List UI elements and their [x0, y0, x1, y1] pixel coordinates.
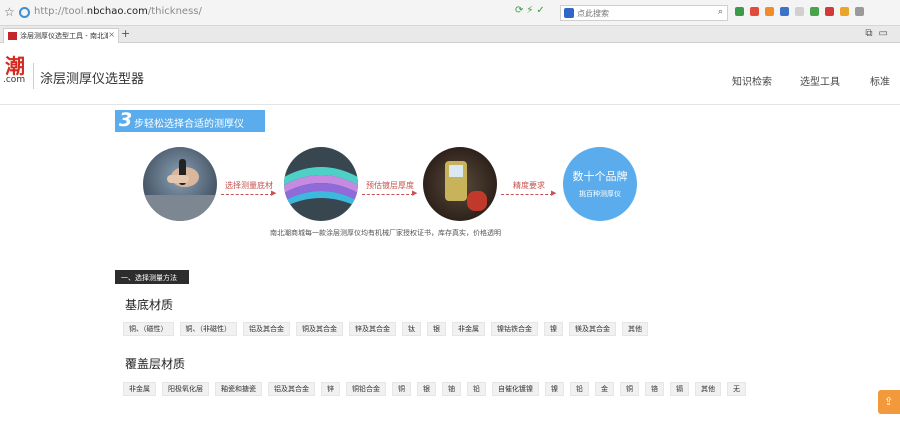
coating-option[interactable]: 铀 [442, 382, 461, 396]
search-icon[interactable]: ⌕ [718, 7, 723, 17]
brand-circle-button[interactable]: 数十个品牌 挑百种测厚仪 [563, 147, 637, 221]
coating-layers-photo [284, 147, 358, 221]
step-2-arrow [362, 194, 414, 195]
page-title: 涂层测厚仪选型器 [40, 72, 145, 87]
section-tag: 一、选择测量方法 [115, 270, 189, 284]
gauge-photo [423, 147, 497, 221]
share-icon: ⇪ [884, 395, 894, 408]
extension-icon[interactable] [780, 7, 789, 16]
substrate-option[interactable]: 镁及其合金 [569, 322, 616, 336]
step-1-arrow [221, 194, 273, 195]
nav-selection-tool[interactable]: 选型工具 [800, 73, 840, 88]
site-logo-domain: .com [3, 75, 26, 85]
substrate-options: 铜、（磁性） 铜、（非磁性） 铝及其合金 铜及其合金 锌及其合金钛银非金属 镍钴铁合金镍镁… [123, 322, 648, 336]
gauge-illustration [445, 161, 487, 211]
search-engine-icon[interactable] [564, 8, 574, 18]
extension-icon[interactable] [825, 7, 834, 16]
step-heading-text: 步轻松选择合适的测厚仪 [134, 119, 244, 130]
substrate-option[interactable]: 铝及其合金 [243, 322, 290, 336]
coating-option[interactable]: 自催化镀镍 [492, 382, 539, 396]
coating-option[interactable]: 铅 [467, 382, 486, 396]
coating-option[interactable]: 铅 [570, 382, 589, 396]
substrate-option[interactable]: 非金属 [452, 322, 485, 336]
refresh-icon[interactable]: ⟳⚡✓ [515, 5, 548, 16]
search-box[interactable]: ⌕ [560, 5, 728, 21]
tab-title: 涂层测厚仪选型工具 - 南北潮 [20, 32, 108, 40]
arrow-icon: ▶ [271, 189, 277, 197]
search-input[interactable] [577, 7, 707, 19]
favicon-icon [8, 32, 17, 40]
substrate-option[interactable]: 锌及其合金 [349, 322, 396, 336]
extension-icon[interactable] [840, 7, 849, 16]
coating-option[interactable]: 铝及其合金 [268, 382, 315, 396]
coating-option[interactable]: 无 [727, 382, 746, 396]
site-globe-icon [19, 7, 30, 18]
step-number: 3 [119, 109, 133, 131]
coating-option[interactable]: 铜铅合金 [346, 382, 386, 396]
substrate-option[interactable]: 镍钴铁合金 [491, 322, 538, 336]
site-header: 潮 .com 涂层测厚仪选型器 知识检索 选型工具 标准 [0, 43, 900, 105]
substrate-photo [143, 147, 217, 221]
coating-option[interactable]: 铜 [392, 382, 411, 396]
substrate-title: 基底材质 [125, 298, 174, 312]
step-3-label: 精度要求 [513, 181, 545, 190]
address-bar[interactable]: http://tool.nbchao.com/thickness/ [34, 6, 510, 21]
substrate-option[interactable]: 铜、（非磁性） [179, 322, 237, 336]
substrate-option[interactable]: 其他 [622, 322, 648, 336]
active-tab[interactable]: 涂层测厚仪选型工具 - 南北潮 × [3, 28, 119, 43]
bookmark-star-icon[interactable]: ☆ [4, 5, 15, 19]
coating-options: 非金属 阳极氧化层 釉瓷和搪瓷 铝及其合金锌铜铅合金铜银铀铅自催化镀镍镍铅金铜铬镉其他… [123, 382, 746, 396]
new-tab-button[interactable]: + [121, 27, 130, 40]
arrow-icon: ▶ [412, 189, 418, 197]
close-tab-icon[interactable]: × [108, 30, 115, 39]
extension-icon[interactable] [750, 7, 759, 16]
arrow-icon: ▶ [551, 189, 557, 197]
coating-option[interactable]: 金 [595, 382, 614, 396]
coating-option[interactable]: 铜 [620, 382, 639, 396]
browser-toolbar: ☆ http://tool.nbchao.com/thickness/ ⟳⚡✓ … [0, 0, 900, 26]
extension-icon[interactable] [765, 7, 774, 16]
brand-count-text: 数十个品牌 [572, 170, 628, 183]
section-tag-label: 一、选择测量方法 [121, 274, 177, 282]
extension-icon[interactable] [795, 7, 804, 16]
substrate-option[interactable]: 银 [427, 322, 446, 336]
substrate-option[interactable]: 钛 [402, 322, 421, 336]
extension-icon[interactable] [735, 7, 744, 16]
tab-bar: 涂层测厚仪选型工具 - 南北潮 × + ⧉▭ [0, 26, 900, 43]
step-3-arrow [501, 194, 553, 195]
coating-title: 覆盖层材质 [125, 357, 186, 371]
step-1-label: 选择测量底材 [225, 181, 273, 190]
coating-option[interactable]: 银 [417, 382, 436, 396]
coating-option[interactable]: 其他 [695, 382, 721, 396]
extension-bar [735, 7, 864, 16]
coating-option[interactable]: 非金属 [123, 382, 156, 396]
coating-option[interactable]: 锌 [321, 382, 340, 396]
menu-icon[interactable] [855, 7, 864, 16]
logo-divider [33, 63, 34, 89]
coating-option[interactable]: 镍 [545, 382, 564, 396]
substrate-option[interactable]: 铜、（磁性） [123, 322, 174, 336]
feedback-float-button[interactable]: ⇪ [878, 390, 900, 414]
site-logo[interactable]: 潮 [5, 56, 25, 76]
brand-sub-text: 挑百种测厚仪 [579, 190, 621, 198]
substrate-option[interactable]: 镍 [544, 322, 563, 336]
probe-illustration [143, 159, 217, 221]
nav-standard[interactable]: 标准 [870, 73, 890, 88]
coating-option[interactable]: 铬 [645, 382, 664, 396]
layers-illustration [284, 167, 358, 207]
coating-option[interactable]: 阳极氧化层 [162, 382, 209, 396]
substrate-option[interactable]: 铜及其合金 [296, 322, 343, 336]
coating-option[interactable]: 釉瓷和搪瓷 [215, 382, 262, 396]
coating-option[interactable]: 镉 [670, 382, 689, 396]
steps-heading: 3 步轻松选择合适的测厚仪 [115, 109, 265, 132]
extension-icon[interactable] [810, 7, 819, 16]
window-controls-icon[interactable]: ⧉▭ [865, 28, 894, 39]
step-2-label: 预估镀层厚度 [366, 181, 414, 190]
nav-knowledge[interactable]: 知识检索 [732, 73, 772, 88]
authenticity-note: 南北潮商城每一款涂层测厚仪均有机械厂家授权证书，库存真实，价格透明 [270, 229, 501, 237]
